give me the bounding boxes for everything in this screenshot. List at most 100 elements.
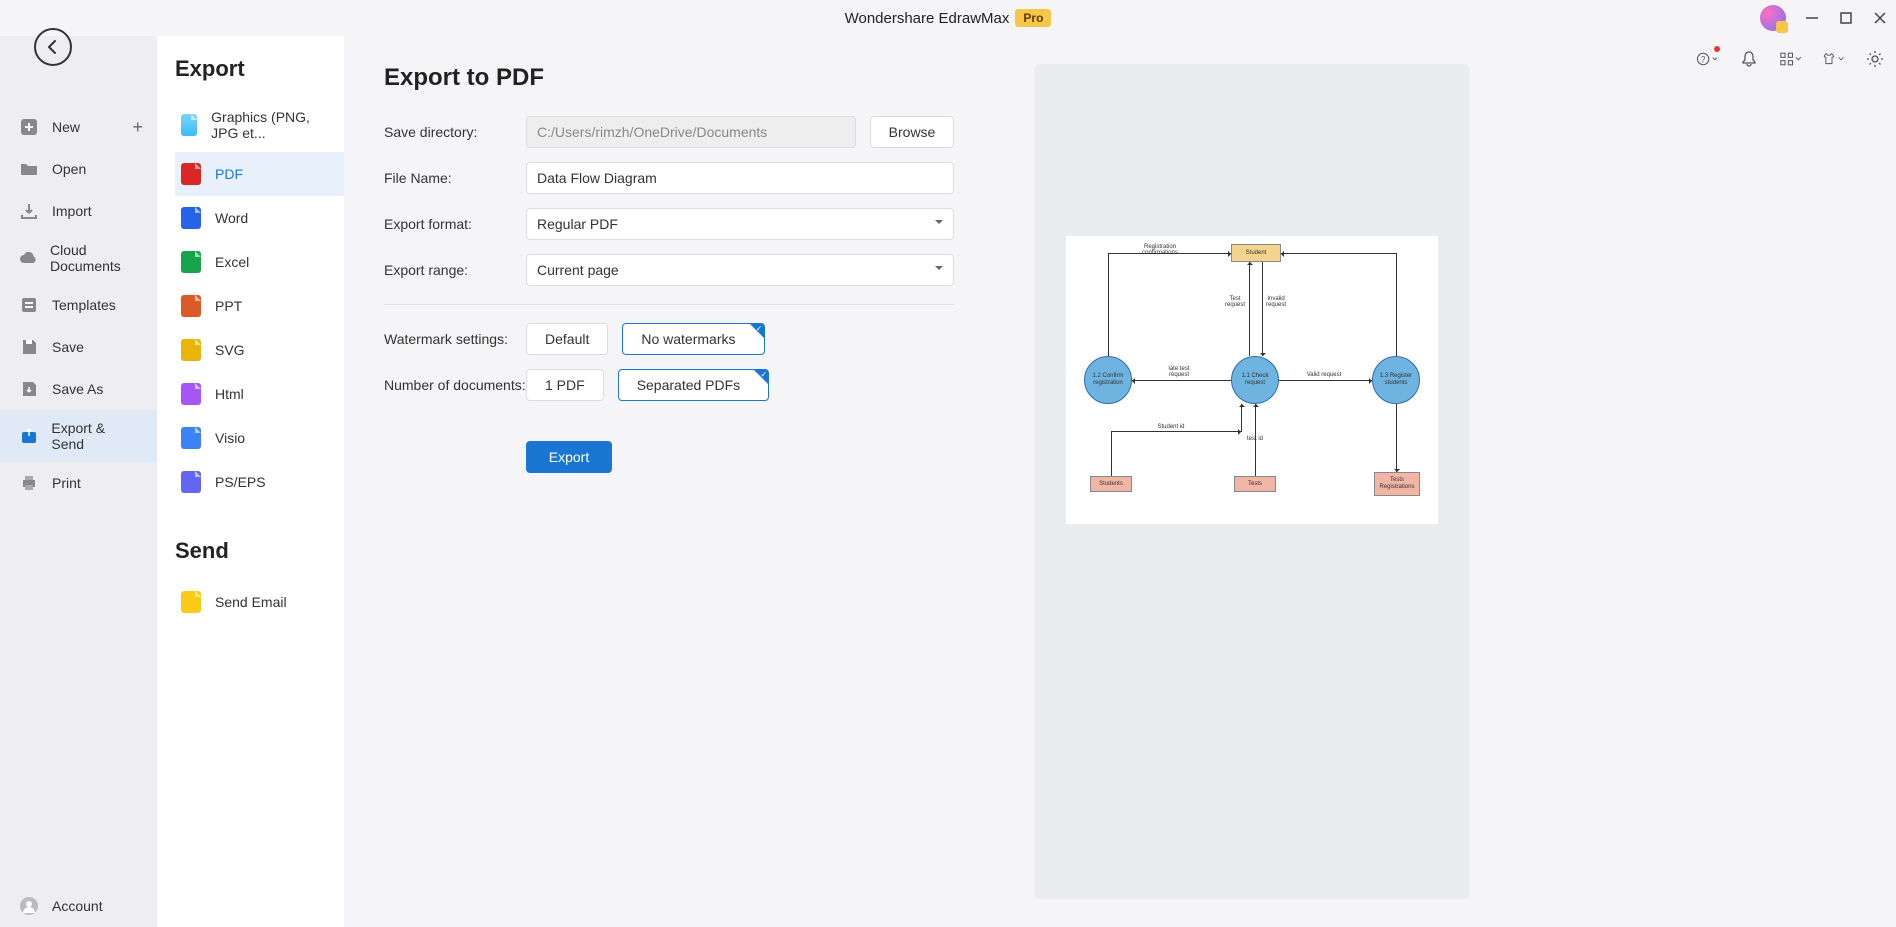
nav-import[interactable]: Import xyxy=(0,190,157,232)
avatar[interactable] xyxy=(1760,5,1786,31)
nav-account[interactable]: Account xyxy=(0,885,157,927)
nav-label: Export & Send xyxy=(51,420,139,452)
minimize-icon[interactable] xyxy=(1804,10,1820,26)
edge xyxy=(1279,380,1372,381)
diagram-preview: Student 1.2 Confirm registration 1.1 Che… xyxy=(1066,236,1438,524)
pro-badge: Pro xyxy=(1015,9,1051,27)
export-item-label: Word xyxy=(215,210,248,226)
export-graphics[interactable]: Graphics (PNG, JPG et... xyxy=(175,98,344,152)
maximize-icon[interactable] xyxy=(1838,10,1854,26)
export-svg[interactable]: SVG xyxy=(175,328,344,372)
export-item-label: SVG xyxy=(215,342,245,358)
cloud-icon xyxy=(18,247,38,269)
export-item-label: Send Email xyxy=(215,594,287,610)
label-savedir: Save directory: xyxy=(384,124,526,140)
nav-label: Import xyxy=(52,203,92,219)
export-ps[interactable]: PS/EPS xyxy=(175,460,344,504)
user-icon xyxy=(18,895,40,917)
nav-exportsend[interactable]: Export & Send xyxy=(0,410,157,462)
format-select[interactable]: Regular PDF xyxy=(526,208,954,240)
nav-label: Save xyxy=(52,339,84,355)
nav-open[interactable]: Open xyxy=(0,148,157,190)
gear-icon[interactable] xyxy=(1864,48,1886,70)
nav-templates[interactable]: Templates xyxy=(0,284,157,326)
export-item-label: Graphics (PNG, JPG et... xyxy=(211,109,338,141)
nav-print[interactable]: Print xyxy=(0,462,157,504)
watermark-none-button[interactable]: No watermarks xyxy=(622,323,764,355)
export-ppt[interactable]: PPT xyxy=(175,284,344,328)
export-excel[interactable]: Excel xyxy=(175,240,344,284)
flow-label: Student id xyxy=(1156,424,1186,430)
close-icon[interactable] xyxy=(1872,10,1888,26)
nav-label: Open xyxy=(52,161,86,177)
export-item-label: Visio xyxy=(215,430,245,446)
plus-icon[interactable]: + xyxy=(132,117,143,138)
export-item-label: PDF xyxy=(215,166,243,182)
nav-new[interactable]: New+ xyxy=(0,106,157,148)
watermark-default-button[interactable]: Default xyxy=(526,323,608,355)
export-item-label: PS/EPS xyxy=(215,474,266,490)
export-list: Export Graphics (PNG, JPG et... PDF Word… xyxy=(157,36,344,927)
node-confirm: 1.2 Confirm registration xyxy=(1084,356,1132,404)
back-button[interactable] xyxy=(34,28,72,66)
label-format: Export format: xyxy=(384,216,526,232)
titlebar: Wondershare EdrawMax Pro xyxy=(0,0,1896,36)
export-pdf[interactable]: PDF xyxy=(175,152,344,196)
edge xyxy=(1396,253,1397,356)
svg-text:?: ? xyxy=(1701,55,1706,64)
export-visio[interactable]: Visio xyxy=(175,416,344,460)
export-form: Export to PDF Save directory: C:/Users/r… xyxy=(384,64,954,899)
filename-input[interactable]: Data Flow Diagram xyxy=(526,162,954,194)
shirt-icon[interactable] xyxy=(1822,48,1844,70)
pdf-file-icon xyxy=(181,163,201,185)
export-html[interactable]: Html xyxy=(175,372,344,416)
ps-file-icon xyxy=(181,471,201,493)
range-select[interactable]: Current page xyxy=(526,254,954,286)
export-word[interactable]: Word xyxy=(175,196,344,240)
nav-label: Print xyxy=(52,475,81,491)
app-title: Wondershare EdrawMax xyxy=(845,10,1010,27)
ppt-file-icon xyxy=(181,295,201,317)
help-icon[interactable]: ? xyxy=(1696,48,1718,70)
svg-file-icon xyxy=(181,339,201,361)
browse-button[interactable]: Browse xyxy=(870,116,954,148)
nav-save[interactable]: Save xyxy=(0,326,157,368)
flow-label: Valid request xyxy=(1306,372,1342,378)
image-file-icon xyxy=(181,114,197,136)
export-button[interactable]: Export xyxy=(526,441,612,473)
edge xyxy=(1281,253,1396,254)
edge xyxy=(1262,262,1263,356)
flow-label: Registration confirmations xyxy=(1138,244,1182,256)
export-item-label: PPT xyxy=(215,298,242,314)
nav-label: Cloud Documents xyxy=(50,242,139,274)
nav-saveas[interactable]: Save As xyxy=(0,368,157,410)
saveas-icon xyxy=(18,378,40,400)
check-icon xyxy=(750,324,764,338)
nav-sidebar: New+ Open Import Cloud Documents Templat… xyxy=(0,36,157,927)
export-heading: Export xyxy=(175,56,344,98)
savedir-input: C:/Users/rimzh/OneDrive/Documents xyxy=(526,116,856,148)
word-file-icon xyxy=(181,207,201,229)
bell-icon[interactable] xyxy=(1738,48,1760,70)
edge xyxy=(1249,262,1250,356)
save-icon xyxy=(18,336,40,358)
send-email[interactable]: Send Email xyxy=(175,580,344,624)
flow-label: Test request xyxy=(1224,296,1246,308)
edge xyxy=(1132,380,1231,381)
apps-icon[interactable] xyxy=(1780,48,1802,70)
label-watermark: Watermark settings: xyxy=(384,331,526,347)
onepdf-button[interactable]: 1 PDF xyxy=(526,369,604,401)
nav-label: Account xyxy=(52,898,103,914)
visio-file-icon xyxy=(181,427,201,449)
edge xyxy=(1111,431,1112,476)
separated-pdfs-button[interactable]: Separated PDFs xyxy=(618,369,770,401)
export-item-label: Excel xyxy=(215,254,249,270)
flow-label: late test request xyxy=(1164,366,1194,378)
html-file-icon xyxy=(181,383,201,405)
plus-box-icon xyxy=(18,116,40,138)
node-tests: Tests xyxy=(1234,476,1276,492)
nav-cloud[interactable]: Cloud Documents xyxy=(0,232,157,284)
print-icon xyxy=(18,472,40,494)
flow-label: Invalid request xyxy=(1264,296,1288,308)
check-icon xyxy=(754,370,768,384)
